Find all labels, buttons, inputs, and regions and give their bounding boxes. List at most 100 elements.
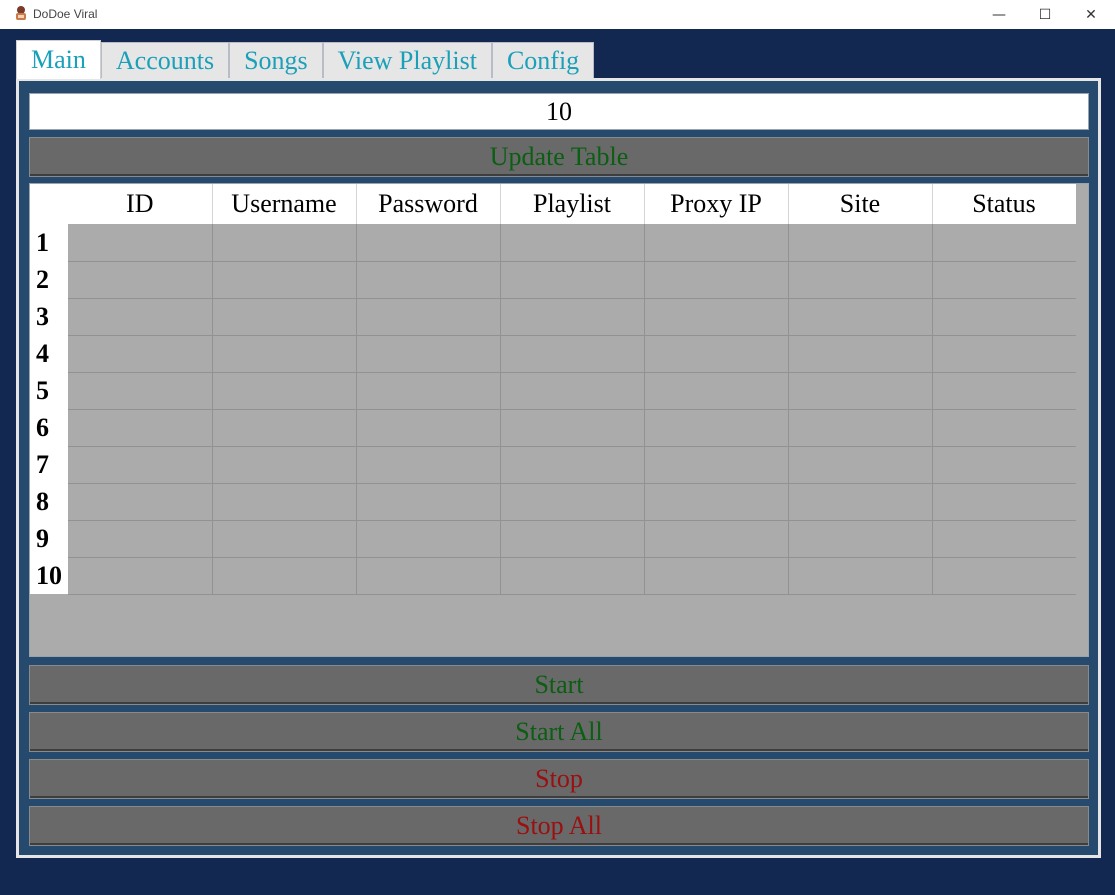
table-cell[interactable] xyxy=(500,520,645,558)
row-header[interactable]: 9 xyxy=(30,520,68,557)
column-header-playlist[interactable]: Playlist xyxy=(500,184,645,224)
table-cell[interactable] xyxy=(932,409,1077,447)
table-cell[interactable] xyxy=(932,224,1077,262)
table-cell[interactable] xyxy=(644,335,789,373)
row-header[interactable]: 1 xyxy=(30,224,68,261)
table-cell[interactable] xyxy=(644,224,789,262)
table-cell[interactable] xyxy=(932,261,1077,299)
table-cell[interactable] xyxy=(932,520,1077,558)
row-header[interactable]: 8 xyxy=(30,483,68,520)
table-cell[interactable] xyxy=(500,261,645,299)
row-header[interactable]: 7 xyxy=(30,446,68,483)
column-header-id[interactable]: ID xyxy=(68,184,213,224)
table-cell[interactable] xyxy=(212,483,357,521)
table-cell[interactable] xyxy=(500,372,645,410)
table-cell[interactable] xyxy=(68,409,213,447)
table-cell[interactable] xyxy=(644,261,789,299)
table-cell[interactable] xyxy=(932,557,1077,595)
table-cell[interactable] xyxy=(68,557,213,595)
table-cell[interactable] xyxy=(932,372,1077,410)
table-cell[interactable] xyxy=(68,446,213,484)
table-cell[interactable] xyxy=(500,483,645,521)
stop-all-button[interactable]: Stop All xyxy=(29,806,1089,846)
update-table-button[interactable]: Update Table xyxy=(29,137,1089,177)
minimize-button[interactable]: — xyxy=(976,0,1022,29)
table-cell[interactable] xyxy=(644,483,789,521)
column-header-site[interactable]: Site xyxy=(788,184,933,224)
row-header[interactable]: 2 xyxy=(30,261,68,298)
tab-accounts[interactable]: Accounts xyxy=(100,42,230,79)
table-cell[interactable] xyxy=(644,372,789,410)
table-cell[interactable] xyxy=(932,335,1077,373)
table-cell[interactable] xyxy=(500,298,645,336)
table-cell[interactable] xyxy=(932,446,1077,484)
table-cell[interactable] xyxy=(68,335,213,373)
table-cell[interactable] xyxy=(932,298,1077,336)
column-header-username[interactable]: Username xyxy=(212,184,357,224)
table-cell[interactable] xyxy=(644,409,789,447)
close-button[interactable]: ✕ xyxy=(1068,0,1114,29)
table-cell[interactable] xyxy=(356,335,501,373)
table-cell[interactable] xyxy=(212,557,357,595)
table-cell[interactable] xyxy=(356,224,501,262)
table-cell[interactable] xyxy=(644,446,789,484)
table-cell[interactable] xyxy=(788,446,933,484)
table-cell[interactable] xyxy=(788,557,933,595)
table-cell[interactable] xyxy=(788,409,933,447)
corner-cell[interactable] xyxy=(30,184,68,224)
column-header-password[interactable]: Password xyxy=(356,184,501,224)
row-count-input[interactable]: 10 xyxy=(29,93,1089,130)
table-cell[interactable] xyxy=(788,483,933,521)
table-cell[interactable] xyxy=(212,335,357,373)
column-header-proxy-ip[interactable]: Proxy IP xyxy=(644,184,789,224)
table-cell[interactable] xyxy=(356,298,501,336)
table-cell[interactable] xyxy=(212,298,357,336)
table-cell[interactable] xyxy=(212,520,357,558)
table-cell[interactable] xyxy=(212,409,357,447)
table-cell[interactable] xyxy=(212,224,357,262)
tab-view-playlist[interactable]: View Playlist xyxy=(322,42,492,79)
table-cell[interactable] xyxy=(68,483,213,521)
table-cell[interactable] xyxy=(500,224,645,262)
table-cell[interactable] xyxy=(68,224,213,262)
table-cell[interactable] xyxy=(500,409,645,447)
table-cell[interactable] xyxy=(68,261,213,299)
tab-main[interactable]: Main xyxy=(16,40,101,79)
table-cell[interactable] xyxy=(356,446,501,484)
tab-songs[interactable]: Songs xyxy=(229,42,323,79)
table-cell[interactable] xyxy=(788,261,933,299)
stop-button[interactable]: Stop xyxy=(29,759,1089,799)
row-header[interactable]: 6 xyxy=(30,409,68,446)
table-cell[interactable] xyxy=(500,446,645,484)
table-cell[interactable] xyxy=(356,557,501,595)
table-cell[interactable] xyxy=(788,298,933,336)
table-cell[interactable] xyxy=(644,520,789,558)
table-cell[interactable] xyxy=(356,409,501,447)
table-cell[interactable] xyxy=(68,520,213,558)
table-cell[interactable] xyxy=(500,335,645,373)
tab-config[interactable]: Config xyxy=(491,42,595,79)
table-cell[interactable] xyxy=(356,261,501,299)
table-cell[interactable] xyxy=(212,446,357,484)
table-cell[interactable] xyxy=(932,483,1077,521)
table-cell[interactable] xyxy=(68,372,213,410)
maximize-button[interactable]: ☐ xyxy=(1022,0,1068,29)
row-header[interactable]: 3 xyxy=(30,298,68,335)
table-cell[interactable] xyxy=(500,557,645,595)
table-cell[interactable] xyxy=(788,520,933,558)
start-all-button[interactable]: Start All xyxy=(29,712,1089,752)
accounts-table[interactable]: ID Username Password Playlist Proxy IP S… xyxy=(29,183,1089,657)
table-cell[interactable] xyxy=(644,298,789,336)
table-cell[interactable] xyxy=(212,372,357,410)
table-cell[interactable] xyxy=(356,372,501,410)
table-cell[interactable] xyxy=(68,298,213,336)
table-cell[interactable] xyxy=(644,557,789,595)
row-header[interactable]: 10 xyxy=(30,557,68,594)
table-cell[interactable] xyxy=(788,224,933,262)
table-cell[interactable] xyxy=(356,483,501,521)
table-scrollbar[interactable] xyxy=(1076,184,1088,656)
column-header-status[interactable]: Status xyxy=(932,184,1077,224)
table-cell[interactable] xyxy=(788,372,933,410)
table-cell[interactable] xyxy=(212,261,357,299)
row-header[interactable]: 5 xyxy=(30,372,68,409)
